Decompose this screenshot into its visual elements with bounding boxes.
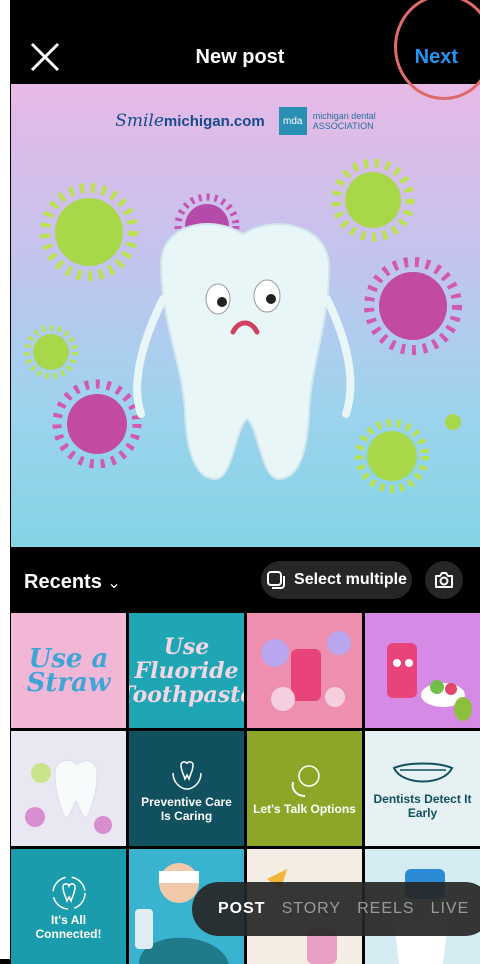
phone-tooth-icon <box>291 764 320 797</box>
mode-post-tab[interactable]: POST <box>218 900 266 918</box>
multi-select-icon <box>267 571 286 589</box>
camera-button[interactable] <box>425 561 463 599</box>
tooth-illustration <box>24 158 462 493</box>
hands-tooth-icon <box>171 760 202 790</box>
mode-reels-tab[interactable]: REELS <box>357 900 414 918</box>
select-multiple-button[interactable]: Select multiple <box>261 561 412 599</box>
mode-switcher: POST STORY REELS LIVE <box>192 882 480 936</box>
mode-story-tab[interactable]: STORY <box>282 900 342 918</box>
selected-image-preview[interactable]: Smilemichigan.com mda michigan dental ASS… <box>11 84 480 547</box>
media-thumbnail[interactable]: Use Fluoride Toothpaste <box>129 613 244 728</box>
germ-icon <box>364 257 462 355</box>
tooth-illustration <box>25 759 112 834</box>
soda-can-illustration <box>261 631 351 711</box>
camera-icon <box>435 572 453 588</box>
germ-icon <box>355 419 429 493</box>
media-thumbnail[interactable] <box>11 731 126 846</box>
media-thumbnail[interactable]: Use a Straw <box>11 613 126 728</box>
soda-can-illustration <box>387 643 472 721</box>
chevron-down-icon: ⌄ <box>107 575 121 592</box>
album-picker[interactable]: Recents ⌄ <box>24 571 121 594</box>
germ-icon <box>331 158 415 242</box>
germ-icon <box>445 414 461 430</box>
germ-icon <box>24 325 78 379</box>
media-thumbnail[interactable]: It's All Connected! <box>11 849 126 964</box>
cycle-tooth-icon <box>51 875 86 910</box>
germ-icon <box>52 379 142 469</box>
germ-icon <box>40 183 138 281</box>
screen-edge <box>0 0 10 959</box>
recents-toolbar: Recents ⌄ Select multiple <box>11 547 480 613</box>
smile-icon <box>392 762 453 782</box>
media-thumbnail[interactable] <box>365 613 480 728</box>
mode-live-tab[interactable]: LIVE <box>431 900 470 918</box>
media-thumbnail[interactable]: Preventive Care Is Caring <box>129 731 244 846</box>
media-thumbnail[interactable]: Dentists Detect It Early <box>365 731 480 846</box>
media-thumbnail[interactable] <box>247 613 362 728</box>
media-thumbnail[interactable]: Let's Talk Options <box>247 731 362 846</box>
tooth-icon <box>159 223 331 481</box>
